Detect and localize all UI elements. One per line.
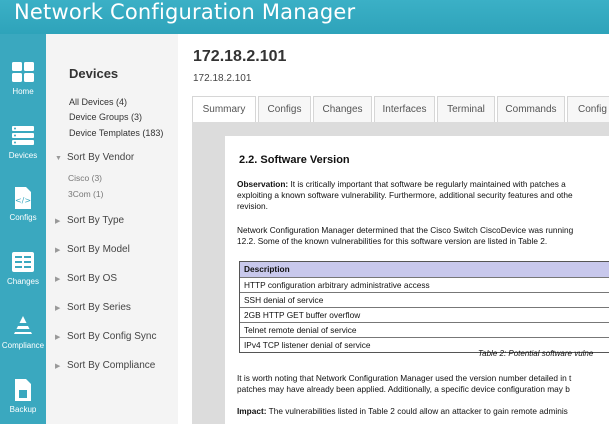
device-title: 172.18.2.101 [193, 48, 287, 65]
tab-configs[interactable]: Configs [258, 96, 311, 122]
nav-configs-label: Configs [9, 213, 37, 222]
sort-label: Sort By Model [67, 244, 130, 255]
devices-panel: Devices All Devices (4) Device Groups (3… [46, 34, 178, 424]
nav-rail: Home Devices </> Configs Changes Complia… [0, 34, 46, 424]
sort-by-series[interactable]: ▶ Sort By Series [55, 302, 131, 313]
nav-devices[interactable]: Devices [0, 124, 46, 184]
note-line-1: It is worth noting that Network Configur… [237, 373, 572, 383]
sort-by-vendor[interactable]: ▼ Sort By Vendor [55, 152, 134, 163]
vulnerability-table: Description HTTP configuration arbitrary… [239, 261, 609, 353]
nav-compliance-label: Compliance [1, 341, 45, 350]
note-line-2: patches may have already been applied. A… [237, 384, 570, 394]
changes-icon [12, 252, 34, 272]
devices-icon [12, 126, 34, 145]
version-line-2: 12.2. Some of the known vulnerabilities … [237, 236, 548, 246]
app-title: Network Configuration Manager [14, 0, 356, 24]
vendor-3com[interactable]: 3Com (1) [68, 189, 103, 199]
vendor-cisco[interactable]: Cisco (3) [68, 173, 102, 183]
chevron-right-icon: ▶ [55, 247, 61, 254]
svg-text:</>: </> [15, 196, 31, 205]
sort-label: Sort By Config Sync [67, 331, 157, 342]
config-file-icon: </> [15, 187, 31, 209]
nav-home-label: Home [12, 87, 34, 96]
impact-label: Impact: [237, 406, 267, 416]
sort-label: Sort By OS [67, 273, 118, 284]
compliance-icon [13, 316, 33, 334]
sort-label: Sort By Compliance [67, 360, 156, 371]
device-templates-link[interactable]: Device Templates (183) [69, 128, 163, 138]
sort-by-compliance[interactable]: ▶ Sort By Compliance [55, 360, 155, 371]
sort-label: Sort By Type [67, 215, 125, 226]
tab-terminal[interactable]: Terminal [437, 96, 495, 122]
observation-line-2: exploiting a known software vulnerabilit… [237, 190, 573, 200]
table-row: Telnet remote denial of service [240, 322, 609, 337]
chevron-right-icon: ▶ [55, 276, 61, 283]
table-header: Description [240, 262, 609, 277]
nav-home[interactable]: Home [0, 60, 46, 120]
sort-by-model[interactable]: ▶ Sort By Model [55, 244, 130, 255]
home-grid-icon [12, 62, 34, 82]
impact-line: Impact: The vulnerabilities listed in Ta… [237, 406, 568, 416]
chevron-right-icon: ▶ [55, 305, 61, 312]
all-devices-link[interactable]: All Devices (4) [69, 97, 127, 107]
sort-label: Sort By Vendor [67, 152, 135, 163]
nav-devices-label: Devices [8, 151, 38, 160]
table-row: HTTP configuration arbitrary administrat… [240, 277, 609, 292]
chevron-right-icon: ▶ [55, 363, 61, 370]
table-caption: Table 2: Potential software vulne [478, 349, 594, 358]
observation-line-3: revision. [237, 201, 268, 211]
app-header: Network Configuration Manager [0, 0, 609, 34]
tab-interfaces[interactable]: Interfaces [374, 96, 435, 122]
backup-icon [15, 379, 31, 401]
observation-line-1: Observation: It is critically important … [237, 179, 566, 189]
nav-configs[interactable]: </> Configs [0, 186, 46, 246]
device-groups-link[interactable]: Device Groups (3) [69, 112, 142, 122]
devices-title: Devices [69, 66, 119, 81]
nav-changes-label: Changes [6, 277, 40, 286]
tab-config[interactable]: Config [567, 96, 609, 122]
tab-commands[interactable]: Commands [497, 96, 565, 122]
sort-by-type[interactable]: ▶ Sort By Type [55, 215, 124, 226]
table-row: 2GB HTTP GET buffer overflow [240, 307, 609, 322]
sort-by-os[interactable]: ▶ Sort By OS [55, 273, 117, 284]
chevron-right-icon: ▶ [55, 218, 61, 225]
observation-label: Observation: [237, 179, 289, 189]
version-line-1: Network Configuration Manager determined… [237, 225, 574, 235]
table-row: SSH denial of service [240, 292, 609, 307]
device-tabs: Summary Configs Changes Interfaces Termi… [192, 96, 609, 122]
tab-changes[interactable]: Changes [313, 96, 372, 122]
sort-by-config-sync[interactable]: ▶ Sort By Config Sync [55, 331, 156, 342]
device-subtitle: 172.18.2.101 [193, 73, 252, 84]
nav-changes[interactable]: Changes [0, 250, 46, 310]
chevron-right-icon: ▶ [55, 334, 61, 341]
nav-compliance[interactable]: Compliance [0, 314, 46, 374]
nav-backup-label: Backup [9, 405, 37, 414]
nav-backup[interactable]: Backup [0, 378, 46, 424]
sort-label: Sort By Series [67, 302, 131, 313]
chevron-down-icon: ▼ [55, 155, 62, 162]
report-heading: 2.2. Software Version [239, 154, 350, 166]
report-page: 2.2. Software Version Observation: It is… [225, 136, 609, 424]
tab-summary[interactable]: Summary [192, 96, 256, 122]
